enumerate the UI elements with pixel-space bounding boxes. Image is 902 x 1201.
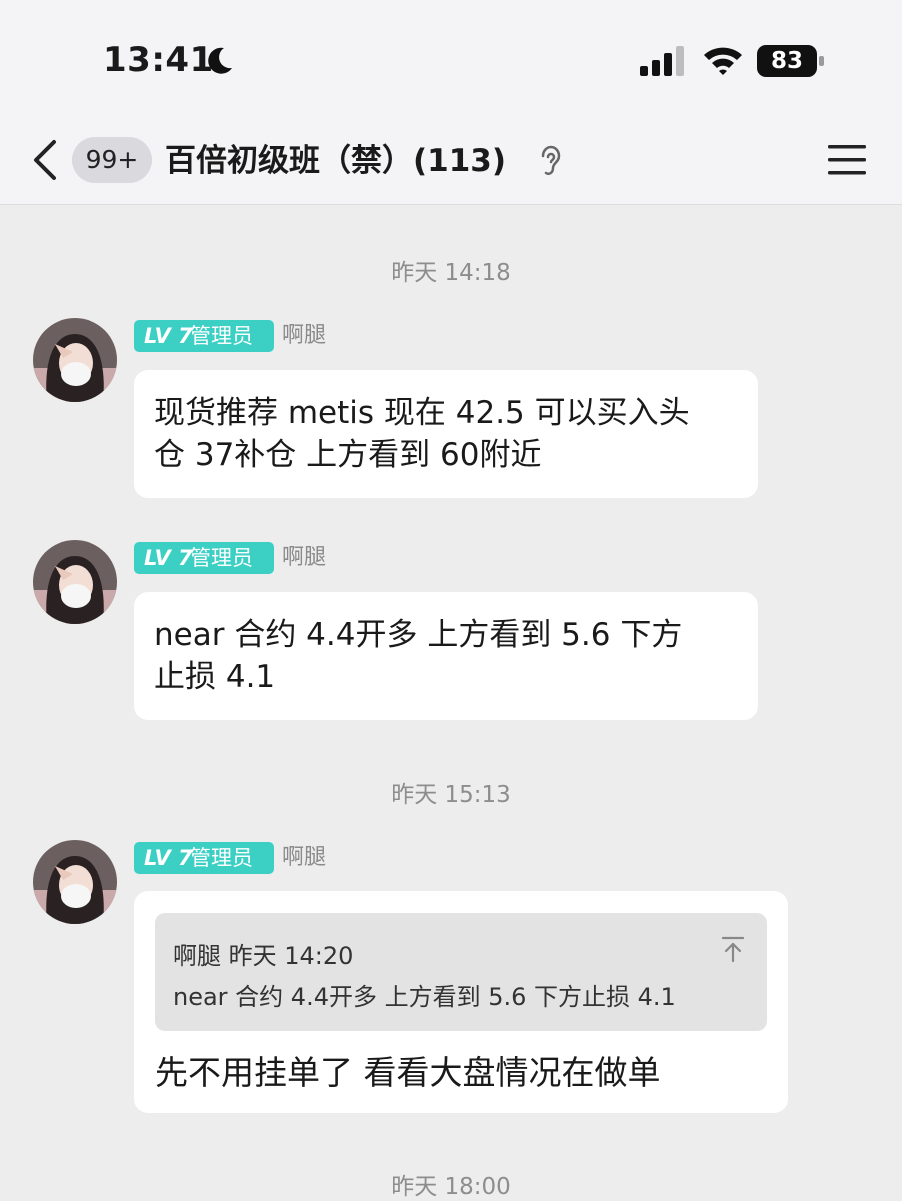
avatar-image (33, 840, 117, 924)
sender-name[interactable]: 啊腿 (282, 842, 326, 874)
quoted-message-text: near 合约 4.4开多 上方看到 5.6 下方止损 4.1 (173, 983, 676, 1011)
status-bar: 13:41 83 (0, 0, 902, 118)
level-label: LV 7 (144, 546, 193, 570)
avatar[interactable] (33, 318, 117, 402)
chat-title: 百倍初级班（禁）(113) (165, 143, 507, 179)
message-line: 止损 4.1 (154, 659, 276, 695)
quoted-message[interactable]: 啊腿 昨天 14:20 near 合约 4.4开多 上方看到 5.6 下方止损 … (155, 913, 767, 1031)
wifi-icon (704, 47, 742, 75)
avatar[interactable] (33, 840, 117, 924)
role-label: 管理员 (190, 846, 253, 870)
message-text: 先不用挂单了 看看大盘情况在做单 (155, 1053, 661, 1092)
message-line: near 合约 4.4开多 上方看到 5.6 下方 (154, 617, 683, 653)
sender-name[interactable]: 啊腿 (282, 542, 326, 574)
signal-icon (640, 46, 684, 76)
avatar[interactable] (33, 540, 117, 624)
time-divider: 昨天 14:18 (391, 260, 511, 286)
message-line: 现货推荐 metis 现在 42.5 可以买入头 (154, 395, 690, 431)
chat-header: 99+ 百倍初级班（禁）(113) (0, 118, 902, 205)
avatar-image (33, 318, 117, 402)
battery-level: 83 (770, 48, 803, 74)
avatar-image (33, 540, 117, 624)
time-divider: 昨天 15:13 (391, 782, 511, 808)
level-label: LV 7 (144, 324, 193, 348)
level-badge: LV 7 管理员 (134, 320, 274, 352)
message-text: 现货推荐 metis 现在 42.5 可以买入头 仓 37补仓 上方看到 60附… (154, 392, 740, 476)
quoted-message-header: 啊腿 昨天 14:20 (173, 942, 354, 970)
level-badge: LV 7 管理员 (134, 842, 274, 874)
level-badge: LV 7 管理员 (134, 542, 274, 574)
time-divider: 昨天 18:00 (391, 1174, 511, 1200)
message-text: near 合约 4.4开多 上方看到 5.6 下方 止损 4.1 (154, 614, 740, 698)
ear-icon (541, 145, 561, 176)
message-bubble[interactable]: near 合约 4.4开多 上方看到 5.6 下方 止损 4.1 (134, 592, 758, 720)
back-icon[interactable] (30, 138, 60, 182)
level-label: LV 7 (144, 846, 193, 870)
status-time: 13:41 (103, 40, 214, 80)
moon-icon (208, 47, 232, 74)
jump-to-message-icon[interactable] (721, 935, 745, 963)
role-label: 管理员 (190, 546, 253, 570)
role-label: 管理员 (190, 324, 253, 348)
sender-name[interactable]: 啊腿 (282, 320, 326, 352)
message-bubble[interactable]: 现货推荐 metis 现在 42.5 可以买入头 仓 37补仓 上方看到 60附… (134, 370, 758, 498)
unread-count-badge[interactable]: 99+ (72, 137, 152, 183)
reply-message-bubble[interactable]: 啊腿 昨天 14:20 near 合约 4.4开多 上方看到 5.6 下方止损 … (134, 891, 788, 1113)
message-line: 仓 37补仓 上方看到 60附近 (154, 437, 542, 473)
menu-icon[interactable] (828, 140, 866, 180)
